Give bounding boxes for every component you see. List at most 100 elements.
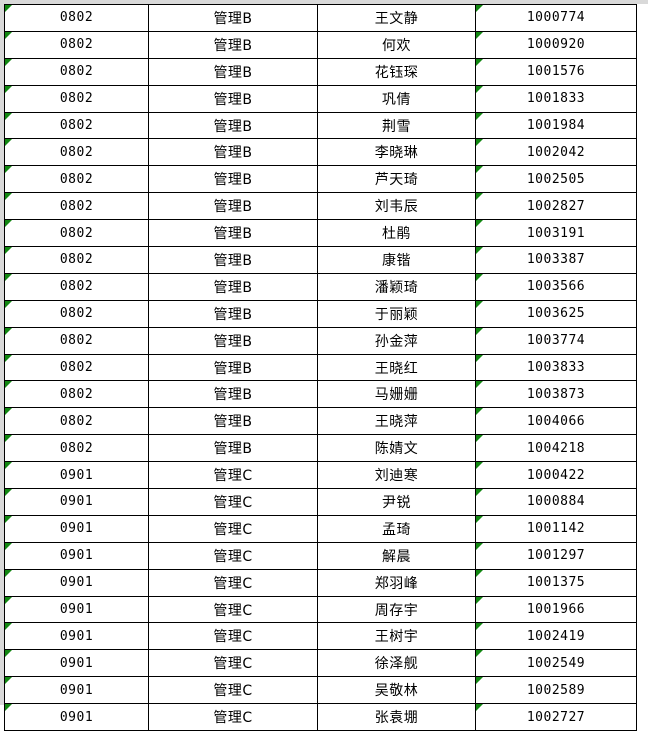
cell-id[interactable]: 1001576 (475, 57, 637, 86)
cell-code[interactable]: 0901 (4, 622, 149, 651)
cell-code[interactable]: 0802 (4, 138, 149, 167)
cell-code[interactable]: 0802 (4, 407, 149, 436)
cell-id[interactable]: 1000774 (475, 4, 637, 32)
cell-name[interactable]: 刘韦辰 (317, 192, 476, 221)
cell-code[interactable]: 0901 (4, 488, 149, 516)
cell-name[interactable]: 李晓琳 (317, 138, 476, 167)
cell-name[interactable]: 潘颖琦 (317, 272, 476, 301)
cell-name[interactable]: 于丽颖 (317, 299, 476, 328)
cell-id[interactable]: 1003774 (475, 326, 637, 355)
table-row[interactable]: 0901 管理C 郑羽峰 1001375 (4, 568, 637, 597)
cell-id[interactable]: 1002549 (475, 649, 637, 678)
table-row[interactable]: 0802 管理B 花钰琛 1001576 (4, 57, 637, 86)
cell-name[interactable]: 孙金萍 (317, 326, 476, 355)
cell-id[interactable]: 1001297 (475, 541, 637, 570)
cell-group[interactable]: 管理C (148, 649, 318, 678)
cell-code[interactable]: 0802 (4, 111, 149, 140)
cell-code[interactable]: 0901 (4, 514, 149, 543)
cell-code[interactable]: 0802 (4, 299, 149, 328)
cell-name[interactable]: 何欢 (317, 30, 476, 59)
cell-name[interactable]: 刘迪寒 (317, 461, 476, 490)
cell-code[interactable]: 0901 (4, 649, 149, 678)
cell-name[interactable]: 杜鹃 (317, 219, 476, 248)
cell-code[interactable]: 0802 (4, 434, 149, 463)
table-row[interactable]: 0802 管理B 马姗姗 1003873 (4, 380, 637, 409)
cell-group[interactable]: 管理C (148, 595, 318, 624)
table-row[interactable]: 0901 管理C 孟琦 1001142 (4, 514, 637, 543)
cell-group[interactable]: 管理B (148, 380, 318, 409)
cell-name[interactable]: 徐泽舰 (317, 649, 476, 678)
cell-id[interactable]: 1000920 (475, 30, 637, 59)
table-row[interactable]: 0802 管理B 王晓萍 1004066 (4, 407, 637, 436)
cell-code[interactable]: 0802 (4, 272, 149, 301)
cell-id[interactable]: 1003191 (475, 219, 637, 248)
cell-code[interactable]: 0802 (4, 326, 149, 355)
cell-group[interactable]: 管理B (148, 138, 318, 167)
table-row[interactable]: 0802 管理B 康锴 1003387 (4, 246, 637, 274)
cell-name[interactable]: 王晓萍 (317, 407, 476, 436)
cell-group[interactable]: 管理B (148, 299, 318, 328)
cell-group[interactable]: 管理C (148, 488, 318, 516)
cell-id[interactable]: 1002827 (475, 192, 637, 221)
cell-id[interactable]: 1002589 (475, 676, 637, 705)
cell-code[interactable]: 0901 (4, 703, 149, 731)
cell-name[interactable]: 周存宇 (317, 595, 476, 624)
cell-id[interactable]: 1001966 (475, 595, 637, 624)
table-row[interactable]: 0802 管理B 于丽颖 1003625 (4, 299, 637, 328)
cell-group[interactable]: 管理B (148, 84, 318, 113)
cell-group[interactable]: 管理B (148, 219, 318, 248)
cell-code[interactable]: 0802 (4, 380, 149, 409)
cell-group[interactable]: 管理C (148, 541, 318, 570)
cell-id[interactable]: 1001984 (475, 111, 637, 140)
cell-code[interactable]: 0802 (4, 165, 149, 194)
cell-id[interactable]: 1004218 (475, 434, 637, 463)
cell-group[interactable]: 管理B (148, 353, 318, 382)
table-row[interactable]: 0802 管理B 巩倩 1001833 (4, 84, 637, 113)
cell-group[interactable]: 管理C (148, 514, 318, 543)
cell-group[interactable]: 管理B (148, 407, 318, 436)
table-row[interactable]: 0802 管理B 王文静 1000774 (4, 4, 637, 32)
cell-code[interactable]: 0802 (4, 219, 149, 248)
cell-code[interactable]: 0802 (4, 353, 149, 382)
cell-id[interactable]: 1003566 (475, 272, 637, 301)
table-row[interactable]: 0901 管理C 解晨 1001297 (4, 541, 637, 570)
table-row[interactable]: 0802 管理B 李晓琳 1002042 (4, 138, 637, 167)
cell-id[interactable]: 1000884 (475, 488, 637, 516)
cell-group[interactable]: 管理B (148, 246, 318, 274)
cell-group[interactable]: 管理C (148, 703, 318, 731)
cell-id[interactable]: 1002419 (475, 622, 637, 651)
cell-name[interactable]: 王晓红 (317, 353, 476, 382)
cell-code[interactable]: 0802 (4, 84, 149, 113)
table-row[interactable]: 0802 管理B 潘颖琦 1003566 (4, 272, 637, 301)
table-row[interactable]: 0802 管理B 杜鹃 1003191 (4, 219, 637, 248)
table-row[interactable]: 0901 管理C 吴敬林 1002589 (4, 676, 637, 705)
table-row[interactable]: 0802 管理B 孙金萍 1003774 (4, 326, 637, 355)
table-row[interactable]: 0901 管理C 王树宇 1002419 (4, 622, 637, 651)
cell-id[interactable]: 1000422 (475, 461, 637, 490)
cell-name[interactable]: 花钰琛 (317, 57, 476, 86)
cell-code[interactable]: 0802 (4, 246, 149, 274)
cell-group[interactable]: 管理B (148, 434, 318, 463)
cell-name[interactable]: 王文静 (317, 4, 476, 32)
cell-name[interactable]: 吴敬林 (317, 676, 476, 705)
table-row[interactable]: 0802 管理B 刘韦辰 1002827 (4, 192, 637, 221)
cell-code[interactable]: 0901 (4, 676, 149, 705)
cell-code[interactable]: 0901 (4, 568, 149, 597)
table-row[interactable]: 0802 管理B 芦天琦 1002505 (4, 165, 637, 194)
cell-id[interactable]: 1002727 (475, 703, 637, 731)
cell-group[interactable]: 管理B (148, 192, 318, 221)
cell-code[interactable]: 0802 (4, 192, 149, 221)
cell-id[interactable]: 1004066 (475, 407, 637, 436)
cell-id[interactable]: 1002042 (475, 138, 637, 167)
cell-group[interactable]: 管理B (148, 57, 318, 86)
cell-name[interactable]: 康锴 (317, 246, 476, 274)
cell-name[interactable]: 巩倩 (317, 84, 476, 113)
cell-code[interactable]: 0901 (4, 595, 149, 624)
table-row[interactable]: 0802 管理B 何欢 1000920 (4, 30, 637, 59)
cell-group[interactable]: 管理C (148, 461, 318, 490)
cell-code[interactable]: 0901 (4, 461, 149, 490)
cell-code[interactable]: 0802 (4, 4, 149, 32)
table-row[interactable]: 0901 管理C 徐泽舰 1002549 (4, 649, 637, 678)
cell-name[interactable]: 尹锐 (317, 488, 476, 516)
table-row[interactable]: 0802 管理B 陈婧文 1004218 (4, 434, 637, 463)
